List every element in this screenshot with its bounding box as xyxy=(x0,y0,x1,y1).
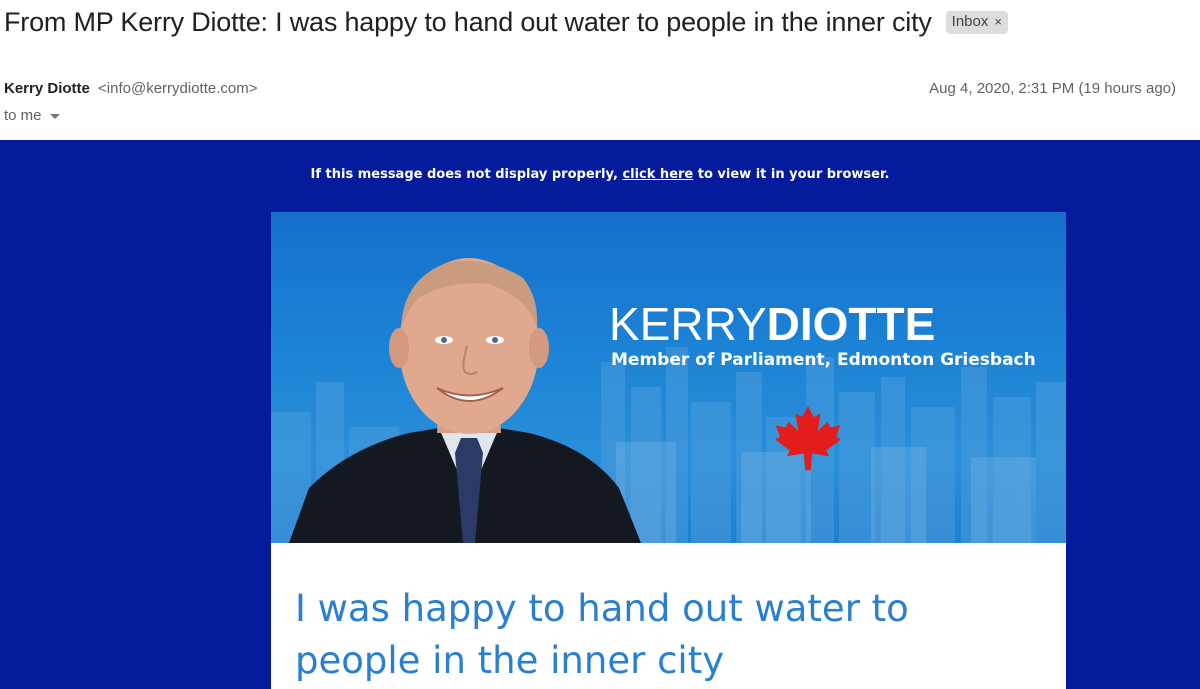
email-header: From MP Kerry Diotte: I was happy to han… xyxy=(4,2,1008,42)
inbox-label-chip[interactable]: Inbox × xyxy=(945,10,1008,34)
sender-info: Kerry Diotte <info@kerrydiotte.com> xyxy=(4,80,258,97)
close-icon[interactable]: × xyxy=(994,14,1002,29)
brand-name: KERRYDIOTTE xyxy=(609,300,1036,348)
email-headline: I was happy to hand out water to people … xyxy=(295,587,909,682)
email-content: I was happy to hand out water to people … xyxy=(271,543,1066,689)
brand-block: KERRYDIOTTE Member of Parliament, Edmont… xyxy=(609,300,1036,370)
brand-first-name: KERRY xyxy=(609,298,767,350)
email-date: Aug 4, 2020, 2:31 PM (19 hours ago) xyxy=(929,80,1176,97)
sender-name[interactable]: Kerry Diotte xyxy=(4,80,90,97)
email-body: If this message does not display properl… xyxy=(0,140,1200,689)
notice-text-before: If this message does not display properl… xyxy=(310,167,618,182)
recipient-text: to me xyxy=(4,107,42,124)
sender-email: <info@kerrydiotte.com> xyxy=(98,80,258,97)
brand-subtitle: Member of Parliament, Edmonton Griesbach xyxy=(611,350,1036,370)
portrait-image xyxy=(289,258,641,543)
email-subject: From MP Kerry Diotte: I was happy to han… xyxy=(4,6,932,37)
view-in-browser-link[interactable]: click here xyxy=(622,167,693,182)
recipient-details-toggle[interactable]: to me xyxy=(4,107,60,124)
header-banner: KERRYDIOTTE Member of Parliament, Edmont… xyxy=(271,212,1066,543)
inbox-label-text: Inbox xyxy=(951,13,989,30)
maple-leaf-icon xyxy=(775,405,841,471)
chevron-down-icon[interactable] xyxy=(49,114,60,119)
display-notice: If this message does not display properl… xyxy=(0,167,1200,182)
notice-text-after: to view it in your browser. xyxy=(697,167,890,182)
brand-last-name: DIOTTE xyxy=(766,298,936,350)
